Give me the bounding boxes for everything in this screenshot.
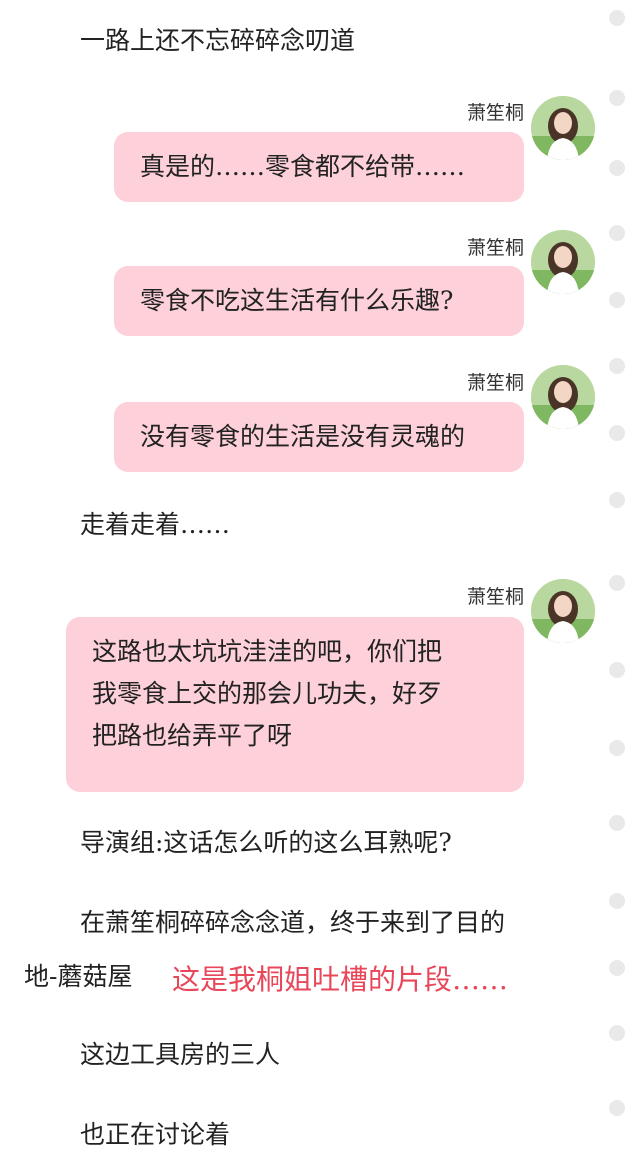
scroll-dot xyxy=(609,492,625,508)
message-line: 没有零食的生活是没有灵魂的 xyxy=(140,422,466,451)
speaker-name: 萧笙桐 xyxy=(466,372,524,394)
scroll-dot xyxy=(609,740,625,756)
scroll-dot xyxy=(609,960,625,976)
speaker-avatar[interactable] xyxy=(531,579,595,643)
scroll-dot xyxy=(609,225,625,241)
avatar-image xyxy=(531,365,595,429)
scroll-dot xyxy=(609,893,625,909)
avatar-image xyxy=(531,579,595,643)
scroll-dot xyxy=(609,292,625,308)
scroll-dot xyxy=(609,10,625,26)
message-bubble: 真是的……零食都不给带…… xyxy=(114,132,524,202)
scroll-dot xyxy=(609,90,625,106)
narration-text: 一路上还不忘碎碎念叨道 xyxy=(80,26,356,55)
scroll-dot xyxy=(609,160,625,176)
message-line: 零食不吃这生活有什么乐趣? xyxy=(140,286,454,315)
narration-text: 也正在讨论着 xyxy=(80,1120,231,1149)
avatar-image xyxy=(531,96,595,160)
message-bubble: 没有零食的生活是没有灵魂的 xyxy=(114,402,524,472)
narration-text: 地-蘑菇屋 xyxy=(24,962,133,991)
narration-text: 走着走着…… xyxy=(80,510,231,539)
message-line: 这路也太坑坑洼洼的吧，你们把 xyxy=(92,637,443,666)
message-line: 我零食上交的那会儿功夫，好歹 xyxy=(92,679,443,708)
speaker-avatar[interactable] xyxy=(531,230,595,294)
avatar-image xyxy=(531,230,595,294)
scroll-dot xyxy=(609,1025,625,1041)
narration-text: 这边工具房的三人 xyxy=(80,1040,281,1069)
scroll-dot xyxy=(609,425,625,441)
speaker-name: 萧笙桐 xyxy=(466,586,524,608)
speaker-name: 萧笙桐 xyxy=(466,237,524,259)
message-line: 把路也给弄平了呀 xyxy=(92,721,293,750)
message-bubble: 零食不吃这生活有什么乐趣? xyxy=(114,266,524,336)
message-bubble: 这路也太坑坑洼洼的吧，你们把 我零食上交的那会儿功夫，好歹 把路也给弄平了呀 xyxy=(66,617,524,792)
scroll-dot xyxy=(609,575,625,591)
speaker-name: 萧笙桐 xyxy=(466,102,524,124)
speaker-avatar[interactable] xyxy=(531,365,595,429)
scroll-dot xyxy=(609,358,625,374)
scroll-dot xyxy=(609,1100,625,1116)
speaker-avatar[interactable] xyxy=(531,96,595,160)
scroll-dot xyxy=(609,662,625,678)
narration-text: 在萧笙桐碎碎念念道，终于来到了目的 xyxy=(80,908,506,937)
red-comment-overlay: 这是我桐姐吐槽的片段…… xyxy=(172,963,509,996)
scroll-dot xyxy=(609,815,625,831)
narration-text: 导演组:这话怎么听的这么耳熟呢? xyxy=(80,828,452,857)
message-line: 真是的……零食都不给带…… xyxy=(140,152,466,181)
